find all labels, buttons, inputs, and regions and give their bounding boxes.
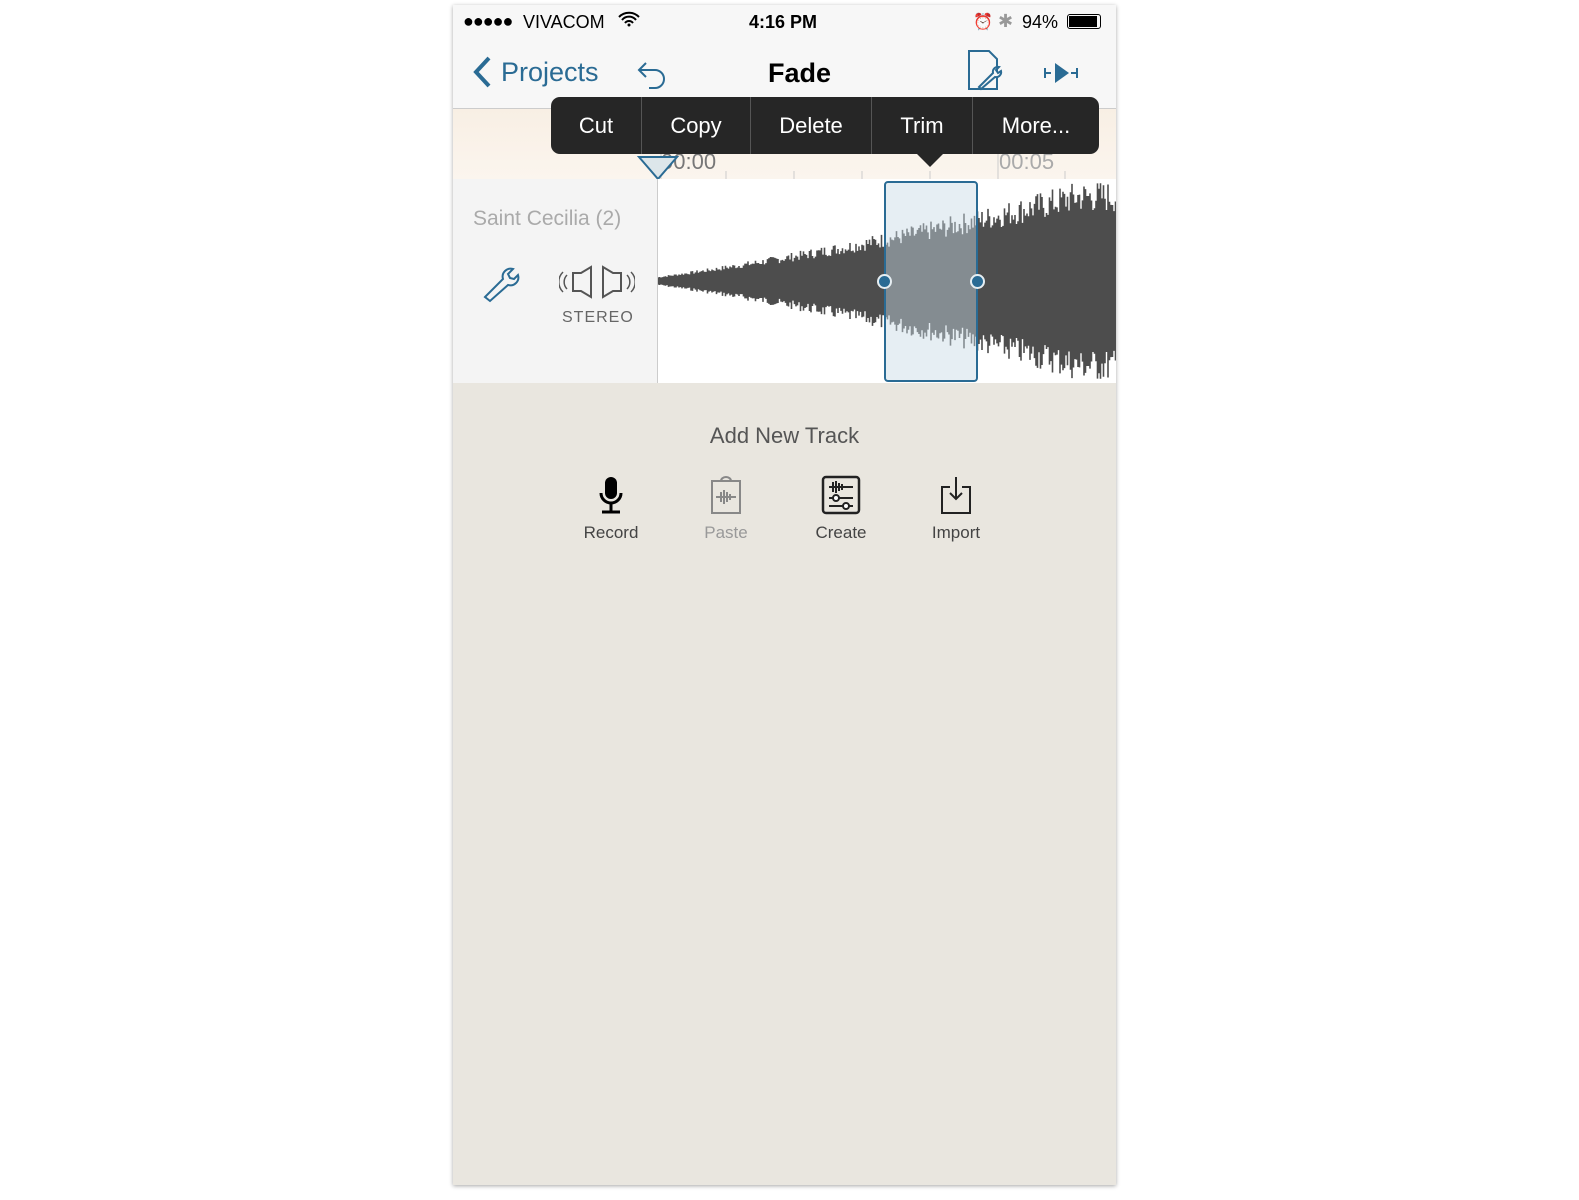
carrier: VIVACOM [523,12,605,32]
chevron-left-icon [473,56,491,88]
context-menu: Cut Copy Delete Trim More... [551,97,1099,154]
record-label: Record [583,523,639,542]
play-to-end-icon[interactable] [1043,61,1079,85]
record-button[interactable]: Record [566,475,656,543]
undo-icon[interactable] [636,59,668,91]
channel-mode: STEREO [562,309,634,326]
menu-cut[interactable]: Cut [551,97,642,154]
microphone-icon [599,477,623,514]
wrench-icon[interactable] [481,261,521,303]
track-name: Saint Cecilia (2) [473,207,622,230]
back-label: Projects [501,56,599,87]
battery-icon [1067,14,1101,29]
alarm-icon: ⏰ [973,14,993,31]
menu-copy[interactable]: Copy [642,97,751,154]
paste-label: Paste [704,523,748,542]
create-icon [821,475,861,515]
clipboard-icon [711,476,741,514]
menu-pointer [916,153,944,167]
back-button[interactable]: Projects [471,55,599,89]
wifi-icon [618,11,640,32]
project-settings-icon[interactable] [965,49,1005,93]
page-title: Fade [768,58,832,88]
track-header[interactable]: Saint Cecilia (2) STEREO [453,179,658,383]
add-track-heading: Add New Track [709,423,860,448]
clock: 4:16 PM [749,12,818,32]
menu-trim[interactable]: Trim [872,97,973,154]
bluetooth-icon: ✱ [998,11,1014,31]
menu-more[interactable]: More... [973,97,1099,154]
track-waveform-area[interactable] [657,179,1116,383]
paste-button[interactable]: Paste [681,475,771,543]
import-label: Import [931,523,981,542]
battery-percent: 94% [1022,12,1059,32]
import-button[interactable]: Import [911,475,1001,543]
import-icon [941,477,971,514]
status-bar: ●●●●● VIVACOM 4:16 PM ⏰ ✱ 94% [453,5,1116,41]
selection-region[interactable] [877,181,985,382]
playhead-icon [636,156,680,179]
selection-end-handle[interactable] [970,274,985,289]
signal-dots: ●●●●● [463,11,513,31]
create-button[interactable]: Create [796,475,886,543]
stereo-speakers-icon[interactable] [559,265,635,299]
create-label: Create [815,523,867,542]
selection-start-handle[interactable] [877,274,892,289]
menu-delete[interactable]: Delete [751,97,872,154]
phone-screen: ●●●●● VIVACOM 4:16 PM ⏰ ✱ 94% Projects F… [453,5,1116,1185]
